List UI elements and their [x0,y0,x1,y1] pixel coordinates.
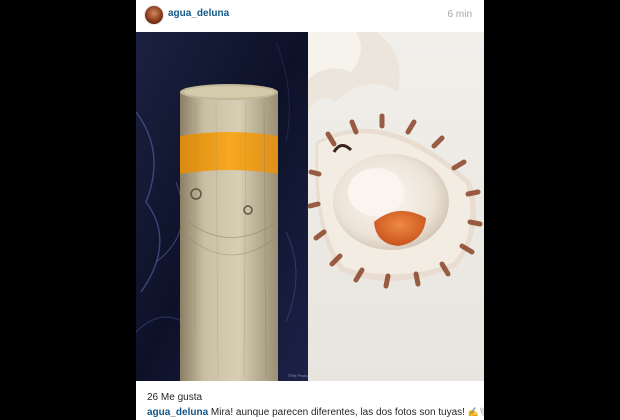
avatar[interactable] [144,5,164,25]
post-timestamp: 6 min [447,9,472,20]
right-photo-scallop-shell [307,32,484,381]
post-header: agua_deluna 6 min [136,0,484,32]
instagram-post-card: agua_deluna 6 min ©Rb Photos 26 Me gusta… [136,0,484,420]
left-photo-wooden-post: ©Rb Photos [136,32,310,381]
post-caption: agua_deluna Mira! aunque parecen diferen… [147,407,484,418]
photo-watermark: ©Rb Photos [288,373,310,378]
likes-count[interactable]: 26 Me gusta [147,392,202,403]
post-username[interactable]: agua_deluna [168,8,229,19]
caption-text: Mira! aunque parecen diferentes, las dos… [210,407,465,418]
caption-username[interactable]: agua_deluna [147,407,208,418]
post-photo[interactable]: ©Rb Photos [136,32,484,381]
caption-emoji: ✍🐚 [467,407,484,417]
